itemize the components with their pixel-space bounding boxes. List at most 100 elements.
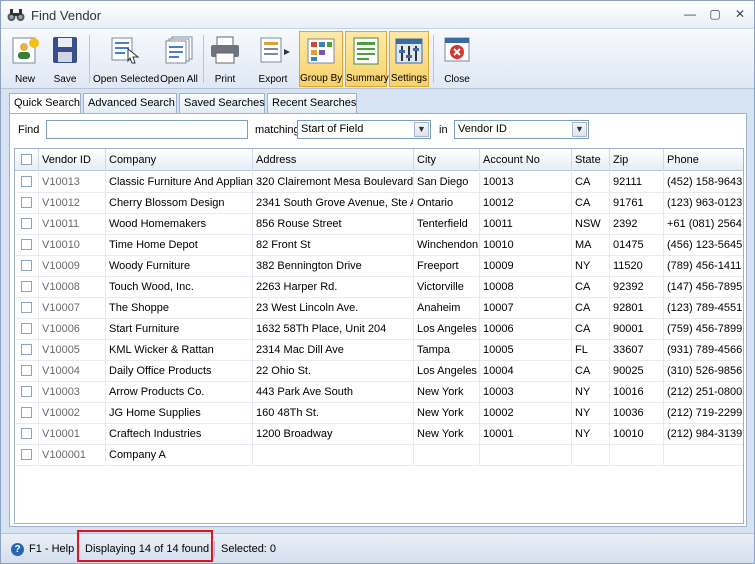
minimize-icon[interactable]: — <box>681 6 699 22</box>
field-select[interactable]: Vendor ID ▼ <box>454 120 589 139</box>
cell-zip: 01475 <box>610 235 664 256</box>
row-checkbox[interactable] <box>21 428 32 439</box>
cell-zip: 90001 <box>610 319 664 340</box>
table-row[interactable]: V10006 Start Furniture 1632 58Th Place, Un… <box>15 319 743 340</box>
settings-button[interactable]: Settings <box>389 31 429 87</box>
maximize-icon[interactable]: ▢ <box>706 6 724 22</box>
column-header-company[interactable]: Company <box>106 149 253 171</box>
row-checkbox[interactable] <box>21 176 32 187</box>
table-row[interactable]: V100001 Company A <box>15 445 743 466</box>
column-header-address[interactable]: Address <box>253 149 414 171</box>
row-checkbox[interactable] <box>21 302 32 313</box>
cell-address: 320 Clairemont Mesa Boulevard <box>253 172 414 193</box>
cell-account-no: 10008 <box>480 277 572 298</box>
row-checkbox[interactable] <box>21 344 32 355</box>
cell-company: JG Home Supplies <box>106 403 253 424</box>
find-input[interactable] <box>46 120 248 139</box>
cell-city: Freeport <box>414 256 480 277</box>
cell-company: Craftech Industries <box>106 424 253 445</box>
table-row[interactable]: V10003 Arrow Products Co. 443 Park Ave Sou… <box>15 382 743 403</box>
column-header-phone[interactable]: Phone <box>664 149 743 171</box>
group-by-button[interactable]: Group By <box>299 31 343 87</box>
cell-address: 856 Rouse Street <box>253 214 414 235</box>
row-checkbox-cell <box>15 403 39 424</box>
table-row[interactable]: V10010 Time Home Depot 82 Front St Winchend… <box>15 235 743 256</box>
cell-address: 22 Ohio St. <box>253 361 414 382</box>
row-checkbox[interactable] <box>21 218 32 229</box>
cell-zip: 10010 <box>610 424 664 445</box>
table-row[interactable]: V10009 Woody Furniture 382 Bennington Driv… <box>15 256 743 277</box>
row-checkbox-cell <box>15 319 39 340</box>
row-checkbox[interactable] <box>21 365 32 376</box>
column-header-vendor-id[interactable]: Vendor ID <box>39 149 106 171</box>
title-bar: Find Vendor — ▢ ✕ <box>1 1 754 29</box>
row-checkbox[interactable] <box>21 239 32 250</box>
tab-quick-search[interactable]: Quick Search <box>9 93 81 114</box>
cell-state: CA <box>572 361 610 382</box>
column-header-state[interactable]: State <box>572 149 610 171</box>
cell-phone: (123) 789-4551 <box>664 298 743 319</box>
tab-saved-searches[interactable]: Saved Searches <box>179 93 265 113</box>
cell-address: 2314 Mac Dill Ave <box>253 340 414 361</box>
find-vendor-window: Find Vendor — ▢ ✕ New Save Open Selected… <box>0 0 755 564</box>
summary-button[interactable]: Summary <box>345 31 389 87</box>
cell-account-no: 10012 <box>480 193 572 214</box>
window-title: Find Vendor <box>31 8 102 23</box>
new-button[interactable]: New <box>7 31 43 87</box>
cell-company: KML Wicker & Rattan <box>106 340 253 361</box>
new-user-icon <box>12 37 39 64</box>
row-checkbox-cell <box>15 424 39 445</box>
open-all-button[interactable]: Open All <box>159 31 199 87</box>
cell-state: CA <box>572 277 610 298</box>
cell-phone: (147) 456-7895 <box>664 277 743 298</box>
row-checkbox[interactable] <box>21 407 32 418</box>
open-all-icon <box>165 36 193 64</box>
cell-account-no <box>480 445 572 466</box>
close-button[interactable]: Close <box>439 31 475 87</box>
row-checkbox[interactable] <box>21 197 32 208</box>
cell-phone: (452) 158-9643 <box>664 172 743 193</box>
cell-zip: 92392 <box>610 277 664 298</box>
table-row[interactable]: V10005 KML Wicker & Rattan 2314 Mac Dill A… <box>15 340 743 361</box>
table-row[interactable]: V10007 The Shoppe 23 West Lincoln Ave. Anah… <box>15 298 743 319</box>
print-button[interactable]: Print <box>207 31 243 87</box>
cell-account-no: 10006 <box>480 319 572 340</box>
cell-vendor-id: V10007 <box>39 298 106 319</box>
summary-icon <box>353 37 379 65</box>
tab-advanced-search[interactable]: Advanced Search <box>83 93 177 113</box>
row-checkbox[interactable] <box>21 281 32 292</box>
open-selected-button[interactable]: Open Selected <box>93 31 159 87</box>
column-header-zip[interactable]: Zip <box>610 149 664 171</box>
table-row[interactable]: V10008 Touch Wood, Inc. 2263 Harper Rd. Vic… <box>15 277 743 298</box>
column-header-city[interactable]: City <box>414 149 480 171</box>
table-row[interactable]: V10011 Wood Homemakers 856 Rouse Street Ten… <box>15 214 743 235</box>
select-all-checkbox[interactable] <box>21 154 32 165</box>
save-button[interactable]: Save <box>47 31 83 87</box>
cell-company: Arrow Products Co. <box>106 382 253 403</box>
help-icon[interactable]: ? <box>11 543 24 556</box>
find-label: Find <box>18 124 40 136</box>
table-row[interactable]: V10002 JG Home Supplies 160 48Th St. New Yo… <box>15 403 743 424</box>
tab-recent-searches[interactable]: Recent Searches <box>267 93 357 113</box>
table-row[interactable]: V10001 Craftech Industries 1200 Broadway Ne… <box>15 424 743 445</box>
cell-address: 23 West Lincoln Ave. <box>253 298 414 319</box>
row-checkbox[interactable] <box>21 449 32 460</box>
close-window-icon[interactable]: ✕ <box>731 6 749 22</box>
row-checkbox[interactable] <box>21 323 32 334</box>
matching-select[interactable]: Start of Field ▼ <box>297 120 431 139</box>
toolbar-separator <box>433 35 434 83</box>
cell-city: New York <box>414 424 480 445</box>
table-row[interactable]: V10013Classic Furniture And Appliances32… <box>15 172 743 193</box>
cell-state <box>572 445 610 466</box>
cell-vendor-id: V10004 <box>39 361 106 382</box>
cell-vendor-id: V10010 <box>39 235 106 256</box>
row-checkbox[interactable] <box>21 386 32 397</box>
row-checkbox[interactable] <box>21 260 32 271</box>
table-row[interactable]: V10004 Daily Office Products 22 Ohio St. Lo… <box>15 361 743 382</box>
cell-phone: (123) 963-0123 <box>664 193 743 214</box>
table-row[interactable]: V10012 Cherry Blossom Design 2341 South Gr… <box>15 193 743 214</box>
export-button[interactable]: Export <box>249 31 297 87</box>
field-select-value: Vendor ID <box>458 123 507 135</box>
column-header-account-no[interactable]: Account No <box>480 149 572 171</box>
chevron-down-icon: ▼ <box>414 122 429 137</box>
